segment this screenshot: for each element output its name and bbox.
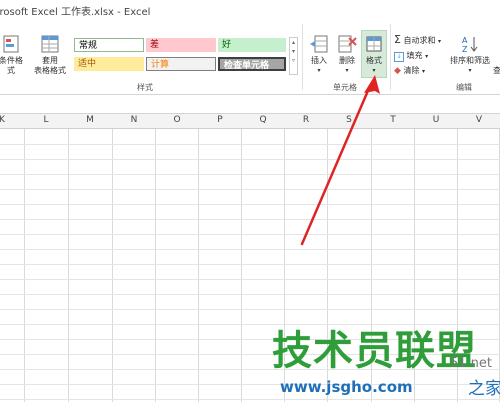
sort-dropdown-icon: ▾ [468, 67, 472, 74]
grid-line [0, 294, 500, 295]
sort-filter-label: 排序和筛选 [450, 56, 490, 65]
column-headers: K L M N O P Q R S T U V [0, 114, 500, 129]
style-good[interactable]: 好 [218, 38, 286, 52]
styles-group-label: 样式 [137, 83, 153, 92]
format-as-table-button[interactable]: 套用 表格格式 [30, 34, 70, 76]
autosum-label: 自动求和 [403, 36, 436, 45]
gallery-up-icon[interactable]: ▴ [290, 38, 297, 47]
table-format-label-1: 套用 [42, 56, 58, 65]
eraser-icon: ◆ [394, 66, 401, 76]
style-bad[interactable]: 差 [146, 38, 216, 52]
autosum-dropdown-icon: ▾ [438, 38, 442, 45]
delete-dropdown-icon: ▾ [345, 67, 349, 74]
grid-line [0, 219, 500, 220]
grid-line [0, 159, 500, 160]
conditional-format-button[interactable]: 条件格式 [0, 34, 26, 76]
svg-text:Z: Z [462, 45, 468, 54]
watermark-url: www.jsgho.com [280, 378, 413, 396]
column-header[interactable]: Q [253, 115, 273, 125]
grid-line [0, 174, 500, 175]
column-header[interactable]: U [426, 115, 446, 125]
grid-line [0, 234, 500, 235]
style-normal[interactable]: 常规 [74, 38, 144, 52]
format-label: 格式 [366, 56, 382, 65]
group-separator [302, 24, 303, 90]
grid-line [155, 129, 156, 402]
grid-line [0, 144, 500, 145]
insert-dropdown-icon: ▾ [317, 67, 321, 74]
conditional-format-label: 条件格式 [0, 56, 23, 75]
column-header[interactable]: P [210, 115, 230, 125]
group-separator [390, 24, 391, 90]
table-format-label-2: 表格格式 [34, 66, 66, 75]
table-format-icon [40, 34, 60, 54]
sort-az-icon: AZ [460, 34, 480, 54]
conditional-format-icon [1, 34, 21, 54]
cells-group-label: 单元格 [333, 83, 357, 92]
grid-line [0, 189, 500, 190]
fill-down-icon: ↓ [394, 52, 404, 62]
sigma-icon: Σ [394, 33, 401, 46]
ribbon: 条件格式 套用 表格格式 常规 差 好 适中 计算 检查单元格 ▴ ▾ ▿ 样式… [0, 20, 500, 95]
grid-line [198, 129, 199, 402]
delete-cells-icon [337, 34, 357, 54]
fill-button[interactable]: ↓ 填充 ▾ [394, 50, 428, 62]
column-header[interactable]: R [296, 115, 316, 125]
column-header[interactable]: V [469, 115, 489, 125]
style-calculation[interactable]: 计算 [146, 57, 216, 71]
clear-button[interactable]: ◆ 清除 ▾ [394, 65, 425, 77]
column-header[interactable]: O [167, 115, 187, 125]
watermark-right-small: 51.net [450, 356, 493, 371]
window-title: crosoft Excel 工作表.xlsx - Excel [0, 7, 151, 18]
svg-text:A: A [462, 36, 468, 45]
column-header[interactable]: N [124, 115, 144, 125]
title-bar: crosoft Excel 工作表.xlsx - Excel [0, 0, 500, 20]
delete-label: 删除 [339, 56, 355, 65]
grid-line [241, 129, 242, 402]
editing-group-label: 编辑 [456, 83, 472, 92]
column-header[interactable]: M [80, 115, 100, 125]
insert-button[interactable]: 插入 ▾ [306, 34, 332, 76]
style-neutral[interactable]: 适中 [74, 57, 144, 71]
grid-line [0, 279, 500, 280]
delete-button[interactable]: 删除 ▾ [334, 34, 360, 76]
column-header[interactable]: T [383, 115, 403, 125]
format-button[interactable]: 格式 ▾ [361, 30, 387, 78]
grid-line [24, 129, 25, 402]
grid-line [0, 324, 500, 325]
grid-line [0, 204, 500, 205]
find-select-label: 查 [493, 66, 500, 75]
sort-filter-button[interactable]: AZ 排序和筛选 ▾ [450, 34, 490, 76]
column-header[interactable]: S [339, 115, 359, 125]
gallery-more-icon[interactable]: ▿ [290, 56, 297, 65]
insert-cells-icon [309, 34, 329, 54]
clear-label: 清除 [403, 66, 420, 75]
find-select-button[interactable]: 查 [492, 66, 500, 76]
format-cells-icon [364, 34, 384, 54]
format-dropdown-icon: ▾ [372, 67, 376, 74]
watermark-main: 技术员联盟 [272, 328, 477, 374]
gallery-scroll[interactable]: ▴ ▾ ▿ [289, 37, 298, 75]
column-header[interactable]: K [0, 115, 12, 125]
style-check-cell[interactable]: 检查单元格 [218, 57, 286, 71]
insert-label: 插入 [311, 56, 327, 65]
autosum-button[interactable]: Σ 自动求和 ▾ [394, 34, 441, 47]
watermark-right-large: 之家 [468, 379, 500, 399]
grid-line [0, 264, 500, 265]
grid-line [0, 249, 500, 250]
grid-line [0, 309, 500, 310]
fill-dropdown-icon: ▾ [425, 53, 429, 60]
clear-dropdown-icon: ▾ [422, 68, 426, 75]
grid-line [112, 129, 113, 402]
formula-bar[interactable] [0, 95, 500, 114]
fill-label: 填充 [406, 51, 423, 60]
column-header[interactable]: L [36, 115, 56, 125]
gallery-down-icon[interactable]: ▾ [290, 47, 297, 56]
grid-line [68, 129, 69, 402]
watermark: 技术员联盟 www.jsgho.com 51.net 之家 [272, 328, 500, 402]
